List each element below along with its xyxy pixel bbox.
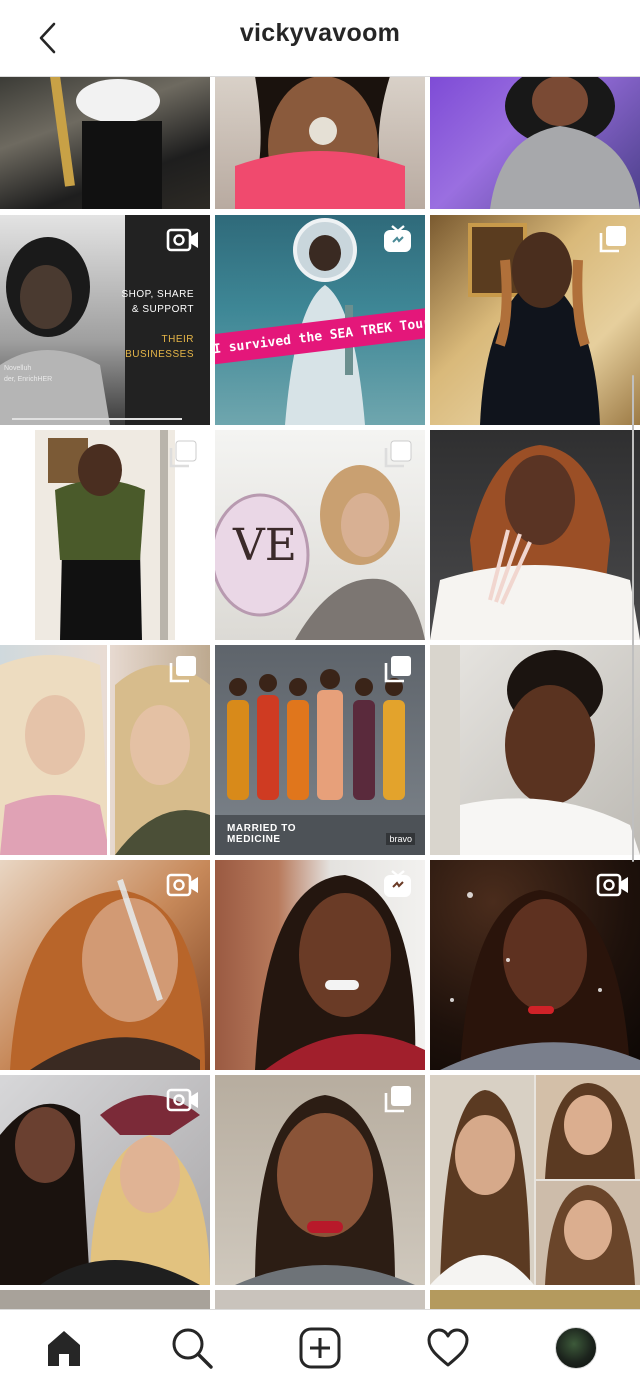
page-title: vickyvavoom: [239, 19, 401, 47]
carousel-icon: [169, 440, 197, 468]
promo-text-secondary: THEIR BUSINESSES: [125, 334, 194, 360]
post-tile-4[interactable]: SHOP, SHARE & SUPPORT THEIR BUSINESSES Nov…: [0, 215, 210, 425]
post-tile-18[interactable]: [430, 1075, 640, 1285]
post-tile-1[interactable]: [0, 76, 210, 209]
post-tile-19[interactable]: [0, 1290, 210, 1310]
post-tile-20[interactable]: [215, 1290, 425, 1310]
post-tile-7[interactable]: [0, 430, 210, 640]
heart-icon: [427, 1328, 469, 1367]
carousel-icon: [384, 656, 411, 683]
post-tile-8[interactable]: VE: [215, 430, 425, 640]
post-tile-6[interactable]: [430, 215, 640, 425]
post-tile-11[interactable]: MARRIED TO MEDICINE bravo: [215, 645, 425, 855]
video-icon: [166, 228, 198, 252]
photo-grid: SHOP, SHARE & SUPPORT THEIR BUSINESSES Nov…: [0, 76, 640, 1310]
igtv-icon: [384, 870, 411, 897]
tab-activity[interactable]: [424, 1324, 472, 1372]
post-tile-3[interactable]: [430, 76, 640, 209]
post-tile-15[interactable]: [430, 860, 640, 1070]
tab-home[interactable]: [40, 1324, 88, 1372]
tab-profile[interactable]: [552, 1324, 600, 1372]
promo-text-primary: SHOP, SHARE & SUPPORT: [121, 289, 194, 315]
post-tile-10[interactable]: [0, 645, 210, 855]
post-tile-9[interactable]: [430, 430, 640, 640]
svg-text:VE: VE: [232, 520, 297, 571]
post-tile-2[interactable]: [215, 76, 425, 209]
video-icon: [166, 873, 198, 897]
post-tile-21[interactable]: [430, 1290, 640, 1310]
profile-avatar: [555, 1327, 597, 1369]
add-post-icon: [299, 1327, 341, 1369]
header-bar: vickyvavoom: [0, 0, 640, 77]
carousel-icon: [384, 440, 412, 468]
post-tile-14[interactable]: [215, 860, 425, 1070]
carousel-icon: [169, 656, 196, 683]
network-logo: bravo: [386, 833, 415, 845]
home-icon: [48, 1331, 80, 1366]
bottom-tab-bar: [0, 1309, 640, 1386]
post-tile-16[interactable]: [0, 1075, 210, 1285]
scrollbar-thumb[interactable]: [632, 375, 634, 862]
post-tile-5[interactable]: I survived the SEA TREK Tour: [215, 215, 425, 425]
video-icon: [166, 1088, 198, 1112]
post-tile-13[interactable]: [0, 860, 210, 1070]
video-icon: [596, 873, 628, 897]
post-tile-12[interactable]: [430, 645, 640, 855]
carousel-icon: [599, 226, 626, 253]
post-tile-17[interactable]: [215, 1075, 425, 1285]
carousel-icon: [384, 1086, 411, 1113]
promo-caption: Novelluh der, EnrichHER: [4, 365, 53, 383]
igtv-icon: [384, 225, 411, 252]
search-icon: [172, 1328, 213, 1369]
show-logo: MARRIED TO MEDICINE: [227, 823, 297, 845]
tab-search[interactable]: [168, 1324, 216, 1372]
tab-new-post[interactable]: [296, 1324, 344, 1372]
